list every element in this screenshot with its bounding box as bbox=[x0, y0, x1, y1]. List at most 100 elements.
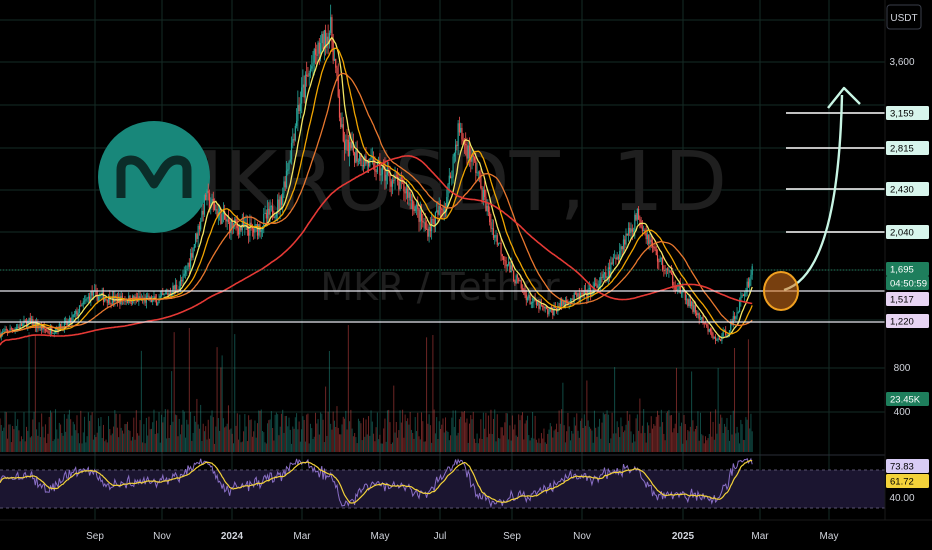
volume-bar bbox=[537, 442, 539, 452]
volume-bar bbox=[672, 432, 674, 452]
candle-body bbox=[689, 299, 691, 307]
volume-bar bbox=[125, 424, 127, 452]
volume-bar bbox=[533, 438, 535, 452]
candle-body bbox=[552, 309, 554, 316]
candle-body bbox=[386, 171, 389, 175]
volume-bar bbox=[87, 412, 89, 452]
candle-body bbox=[176, 284, 178, 290]
candle-body bbox=[285, 170, 288, 188]
volume-bar bbox=[737, 432, 739, 452]
volume-bar bbox=[692, 420, 694, 452]
volume-bar bbox=[739, 443, 741, 452]
candle-body bbox=[306, 74, 308, 77]
volume-bar bbox=[92, 439, 94, 452]
candle-body bbox=[717, 338, 719, 340]
volume-bar bbox=[458, 419, 460, 452]
candle-body bbox=[348, 142, 351, 156]
candle-body bbox=[523, 289, 525, 291]
candle-body bbox=[282, 193, 284, 205]
volume-bar bbox=[216, 347, 218, 452]
candle-body bbox=[639, 219, 641, 221]
trading-chart[interactable]: MKRUSDT, 1D MKR / Tether USDT 3,60080040… bbox=[0, 0, 932, 550]
volume-bar bbox=[485, 412, 487, 452]
candle-body bbox=[432, 219, 434, 220]
volume-bar bbox=[717, 368, 719, 452]
volume-bar bbox=[634, 441, 636, 452]
volume-bar bbox=[441, 424, 443, 452]
candle-body bbox=[750, 274, 752, 279]
volume-bar bbox=[51, 412, 53, 452]
candle-body bbox=[336, 67, 338, 76]
time-label: May bbox=[371, 531, 390, 542]
volume-bar bbox=[331, 429, 333, 452]
volume-bar bbox=[554, 429, 556, 452]
candle-body bbox=[184, 270, 187, 274]
volume-bar bbox=[246, 441, 248, 452]
candle-body bbox=[605, 272, 607, 278]
candle-body bbox=[601, 276, 603, 278]
volume-bar bbox=[529, 440, 531, 452]
candle-body bbox=[685, 299, 688, 301]
candle-body bbox=[718, 338, 720, 340]
volume-bar bbox=[75, 430, 77, 452]
candle-body bbox=[537, 302, 539, 305]
candle-body bbox=[622, 239, 625, 250]
volume-bar bbox=[157, 433, 159, 452]
volume-bar bbox=[500, 427, 502, 452]
volume-bar bbox=[258, 410, 260, 452]
volume-bar bbox=[552, 437, 554, 452]
volume-bar bbox=[260, 409, 262, 452]
volume-bar bbox=[196, 398, 198, 452]
volume-bar bbox=[575, 425, 577, 452]
volume-bar bbox=[545, 443, 547, 452]
candle-body bbox=[10, 328, 12, 330]
candle-body bbox=[317, 42, 319, 56]
volume-bar bbox=[407, 418, 409, 452]
candle-body bbox=[520, 280, 522, 289]
volume-bar bbox=[209, 438, 211, 452]
candle-body bbox=[75, 310, 77, 314]
volume-bar bbox=[333, 420, 335, 452]
candle-body bbox=[749, 278, 751, 287]
candle-body bbox=[742, 294, 744, 297]
candle-body bbox=[1, 331, 4, 334]
volume-bar bbox=[96, 432, 98, 452]
candle-body bbox=[239, 225, 241, 235]
volume-bar bbox=[298, 421, 300, 452]
candle-body bbox=[508, 261, 510, 265]
candle-body bbox=[480, 172, 482, 188]
candle-body bbox=[509, 261, 511, 273]
candle-body bbox=[269, 206, 271, 215]
volume-bar bbox=[350, 409, 352, 452]
volume-bar bbox=[304, 441, 306, 452]
volume-bar bbox=[702, 435, 704, 452]
volume-bar bbox=[612, 433, 614, 452]
volume-bar bbox=[327, 411, 329, 452]
volume-bar bbox=[313, 436, 315, 452]
candle-body bbox=[736, 312, 738, 317]
volume-bar bbox=[9, 424, 11, 452]
candle-body bbox=[385, 174, 387, 181]
volume-bar bbox=[586, 380, 588, 452]
volume-bar bbox=[250, 419, 252, 452]
volume-bar bbox=[18, 430, 20, 452]
candle-body bbox=[167, 293, 169, 296]
volume-bar bbox=[361, 440, 363, 452]
volume-bar bbox=[694, 428, 696, 452]
volume-bar bbox=[303, 419, 305, 452]
volume-bar bbox=[506, 413, 508, 452]
candle-body bbox=[495, 235, 497, 237]
volume-bar bbox=[520, 415, 522, 452]
volume-bar bbox=[206, 439, 208, 452]
candle-body bbox=[87, 296, 89, 299]
volume-bar bbox=[320, 412, 322, 452]
candle-body bbox=[160, 293, 163, 297]
price-badge-text: 3,159 bbox=[890, 109, 914, 120]
volume-bar bbox=[61, 432, 63, 452]
candle-body bbox=[636, 209, 638, 220]
volume-bar bbox=[186, 419, 188, 452]
volume-bar bbox=[434, 433, 436, 452]
volume-bar bbox=[264, 442, 266, 452]
candle-body bbox=[357, 161, 360, 162]
candle-body bbox=[697, 313, 699, 316]
